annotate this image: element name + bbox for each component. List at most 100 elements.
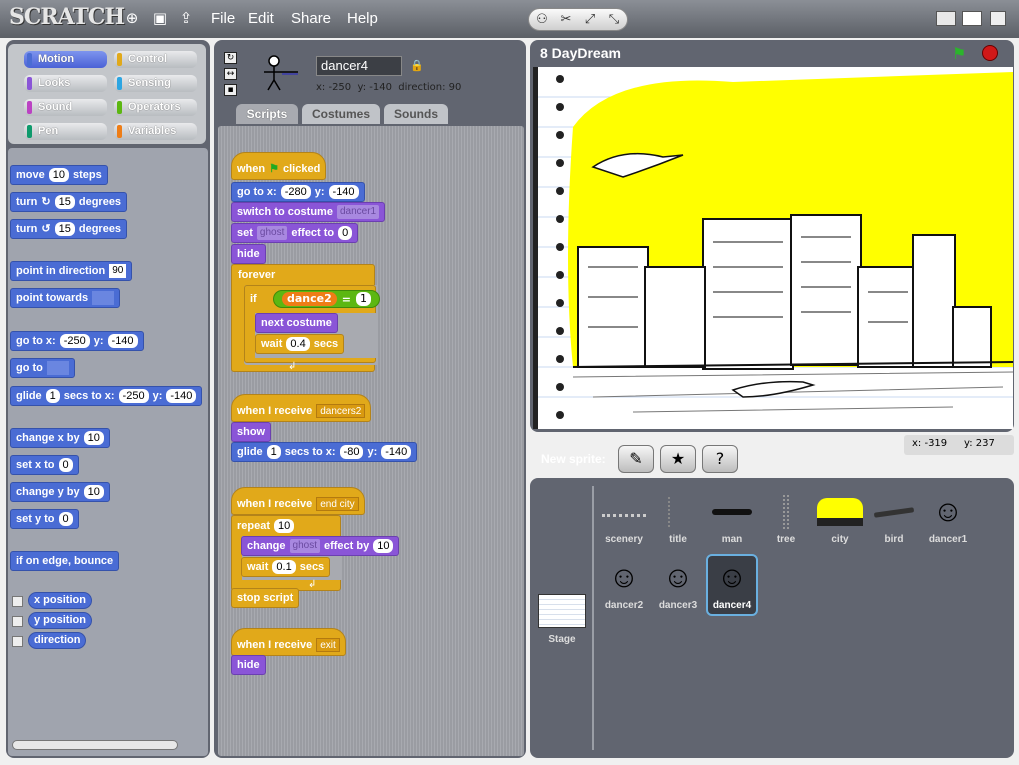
block-wait[interactable]: wait 0.1 secs — [241, 557, 331, 577]
project-title: 8 DayDream — [540, 45, 621, 61]
green-flag-icon[interactable]: ⚑ — [952, 44, 966, 63]
block-set-x[interactable]: set x to 0 — [10, 455, 79, 475]
sprite-dancer2[interactable]: ☺ dancer2 — [598, 556, 650, 618]
block-change-y[interactable]: change y by 10 — [10, 482, 110, 502]
menu-edit[interactable]: Edit — [248, 10, 274, 27]
block-wait[interactable]: wait 0.4 secs — [255, 334, 345, 354]
loop-arrow-icon: ↲ — [288, 361, 297, 372]
y-position-checkbox[interactable] — [12, 616, 23, 627]
sprite-name-field[interactable]: dancer4 — [316, 56, 402, 76]
stage-scene — [533, 67, 1013, 429]
hat-when-flag-clicked[interactable]: when ⚑ clicked — [231, 152, 327, 180]
block-turn-ccw[interactable]: turn ↺ 15 degrees — [10, 219, 128, 239]
sprite-dancer4[interactable]: ☺ dancer4 — [706, 554, 758, 616]
block-change-x[interactable]: change x by 10 — [10, 428, 110, 448]
x-position-checkbox[interactable] — [12, 596, 23, 607]
new-sprite-label: New sprite: — [541, 452, 606, 466]
hat-when-i-receive[interactable]: when I receive dancers2 — [231, 394, 372, 422]
category-motion[interactable]: Motion — [24, 51, 107, 68]
random-sprite-icon[interactable]: ? — [702, 445, 738, 473]
stage-canvas[interactable] — [533, 67, 1013, 429]
tool-bar: ⚇ ✂ ⤢ ⤡ — [528, 8, 628, 31]
category-looks[interactable]: Looks — [24, 75, 107, 92]
loop-arrow-icon: ↲ — [308, 579, 317, 590]
rotate-ccw-icon: ↺ — [41, 223, 51, 235]
reporter-direction[interactable]: direction — [28, 632, 87, 649]
palette-scrollbar[interactable] — [12, 740, 178, 750]
delete-tool-icon[interactable]: ✂ — [555, 11, 577, 28]
tab-scripts[interactable]: Scripts — [236, 104, 298, 124]
sprite-man[interactable]: man — [706, 490, 758, 552]
share-icon[interactable]: ⇪ — [177, 9, 195, 27]
menu-help[interactable]: Help — [347, 10, 378, 27]
block-point-towards[interactable]: point towards — [10, 288, 121, 308]
sprite-tree[interactable]: tree — [760, 490, 812, 552]
sprite-dancer3[interactable]: ☺ dancer3 — [652, 556, 704, 618]
block-show[interactable]: show — [231, 422, 272, 442]
tab-sounds[interactable]: Sounds — [384, 104, 448, 124]
menu-file[interactable]: File — [211, 10, 235, 27]
block-glide[interactable]: glide 1 secs to x: -80 y: -140 — [231, 442, 418, 462]
category-pen[interactable]: Pen — [24, 123, 107, 140]
small-stage-icon[interactable] — [936, 11, 956, 26]
block-change-effect[interactable]: change ghost effect by 10 — [241, 536, 400, 556]
sprite-dancer1[interactable]: ☺ dancer1 — [922, 490, 974, 552]
block-bounce[interactable]: if on edge, bounce — [10, 551, 120, 571]
scratch-logo: SCRATCH — [9, 4, 125, 30]
presentation-mode-icon[interactable] — [990, 11, 1006, 26]
sprite-bird[interactable]: bird — [868, 490, 920, 552]
block-if[interactable]: if dance2 = 1 next costume wait 0.4 secs — [244, 285, 380, 363]
menu-share[interactable]: Share — [291, 10, 331, 27]
stage-thumbnail[interactable] — [538, 594, 586, 628]
rotate-style-flip-icon[interactable]: ↔ — [224, 68, 237, 80]
category-sensing[interactable]: Sensing — [114, 75, 197, 92]
duplicate-tool-icon[interactable]: ⚇ — [531, 11, 553, 28]
globe-icon[interactable]: ⊕ — [123, 9, 141, 27]
hat-when-i-receive[interactable]: when I receive exit — [231, 628, 346, 656]
block-point-in-direction[interactable]: point in direction 90 — [10, 261, 133, 281]
block-turn-cw[interactable]: turn ↻ 15 degrees — [10, 192, 128, 212]
block-hide[interactable]: hide — [231, 655, 266, 675]
category-operators[interactable]: Operators — [114, 99, 197, 116]
paint-new-sprite-icon[interactable]: ✎ — [618, 445, 654, 473]
scripts-area: when ⚑ clicked go to x: -280 y: -140 switch t… — [218, 126, 524, 756]
lock-icon[interactable]: 🔒 — [410, 59, 424, 72]
block-move[interactable]: move 10 steps — [10, 165, 108, 185]
block-go-to[interactable]: go to — [10, 358, 75, 378]
stage-label: Stage — [548, 634, 576, 645]
sprite-scenery[interactable]: scenery — [598, 490, 650, 552]
normal-stage-icon[interactable] — [962, 11, 982, 26]
choose-sprite-icon[interactable]: ★ — [660, 445, 696, 473]
shrink-tool-icon[interactable]: ⤡ — [603, 11, 625, 28]
block-stop-script[interactable]: stop script — [231, 588, 300, 608]
sprite-city[interactable]: city — [814, 490, 866, 552]
reporter-y-position[interactable]: y position — [28, 612, 92, 629]
rotate-style-none-icon[interactable]: ▪ — [224, 84, 237, 96]
equals-operator[interactable]: dance2 = 1 — [273, 290, 380, 308]
sprite-title[interactable]: title — [652, 490, 704, 552]
block-set-y[interactable]: set y to 0 — [10, 509, 79, 529]
sprite-position-info: x: -250 y: -140 direction: 90 — [316, 82, 462, 93]
reporter-x-position[interactable]: x position — [28, 592, 92, 609]
hat-when-i-receive[interactable]: when I receive end city — [231, 487, 365, 515]
block-list: move 10 steps turn ↻ 15 degrees turn ↺ 15 degree… — [8, 148, 208, 756]
category-selector: Motion Control Looks Sensing Sound Opera… — [8, 44, 206, 144]
rotate-style-full-icon[interactable]: ↻ — [224, 52, 237, 64]
variable-dance2[interactable]: dance2 — [282, 292, 337, 306]
block-forever[interactable]: forever if dance2 = 1 next costume wait 0… — [231, 264, 380, 372]
block-glide[interactable]: glide 1 secs to x: -250 y: -140 — [10, 386, 203, 406]
grow-tool-icon[interactable]: ⤢ — [579, 11, 601, 28]
stop-sign-icon[interactable] — [982, 45, 998, 61]
block-switch-costume[interactable]: switch to costume dancer1 — [231, 202, 386, 222]
category-variables[interactable]: Variables — [114, 123, 197, 140]
block-next-costume[interactable]: next costume — [255, 313, 338, 333]
save-icon[interactable]: ▣ — [151, 9, 169, 27]
category-sound[interactable]: Sound — [24, 99, 107, 116]
category-control[interactable]: Control — [114, 51, 197, 68]
tab-costumes[interactable]: Costumes — [302, 104, 380, 124]
block-hide[interactable]: hide — [231, 244, 266, 264]
block-set-effect[interactable]: set ghost effect to 0 — [231, 223, 359, 243]
block-go-to-xy[interactable]: go to x: -250 y: -140 — [10, 331, 144, 351]
block-go-to-xy[interactable]: go to x: -280 y: -140 — [231, 182, 365, 202]
direction-checkbox[interactable] — [12, 636, 23, 647]
